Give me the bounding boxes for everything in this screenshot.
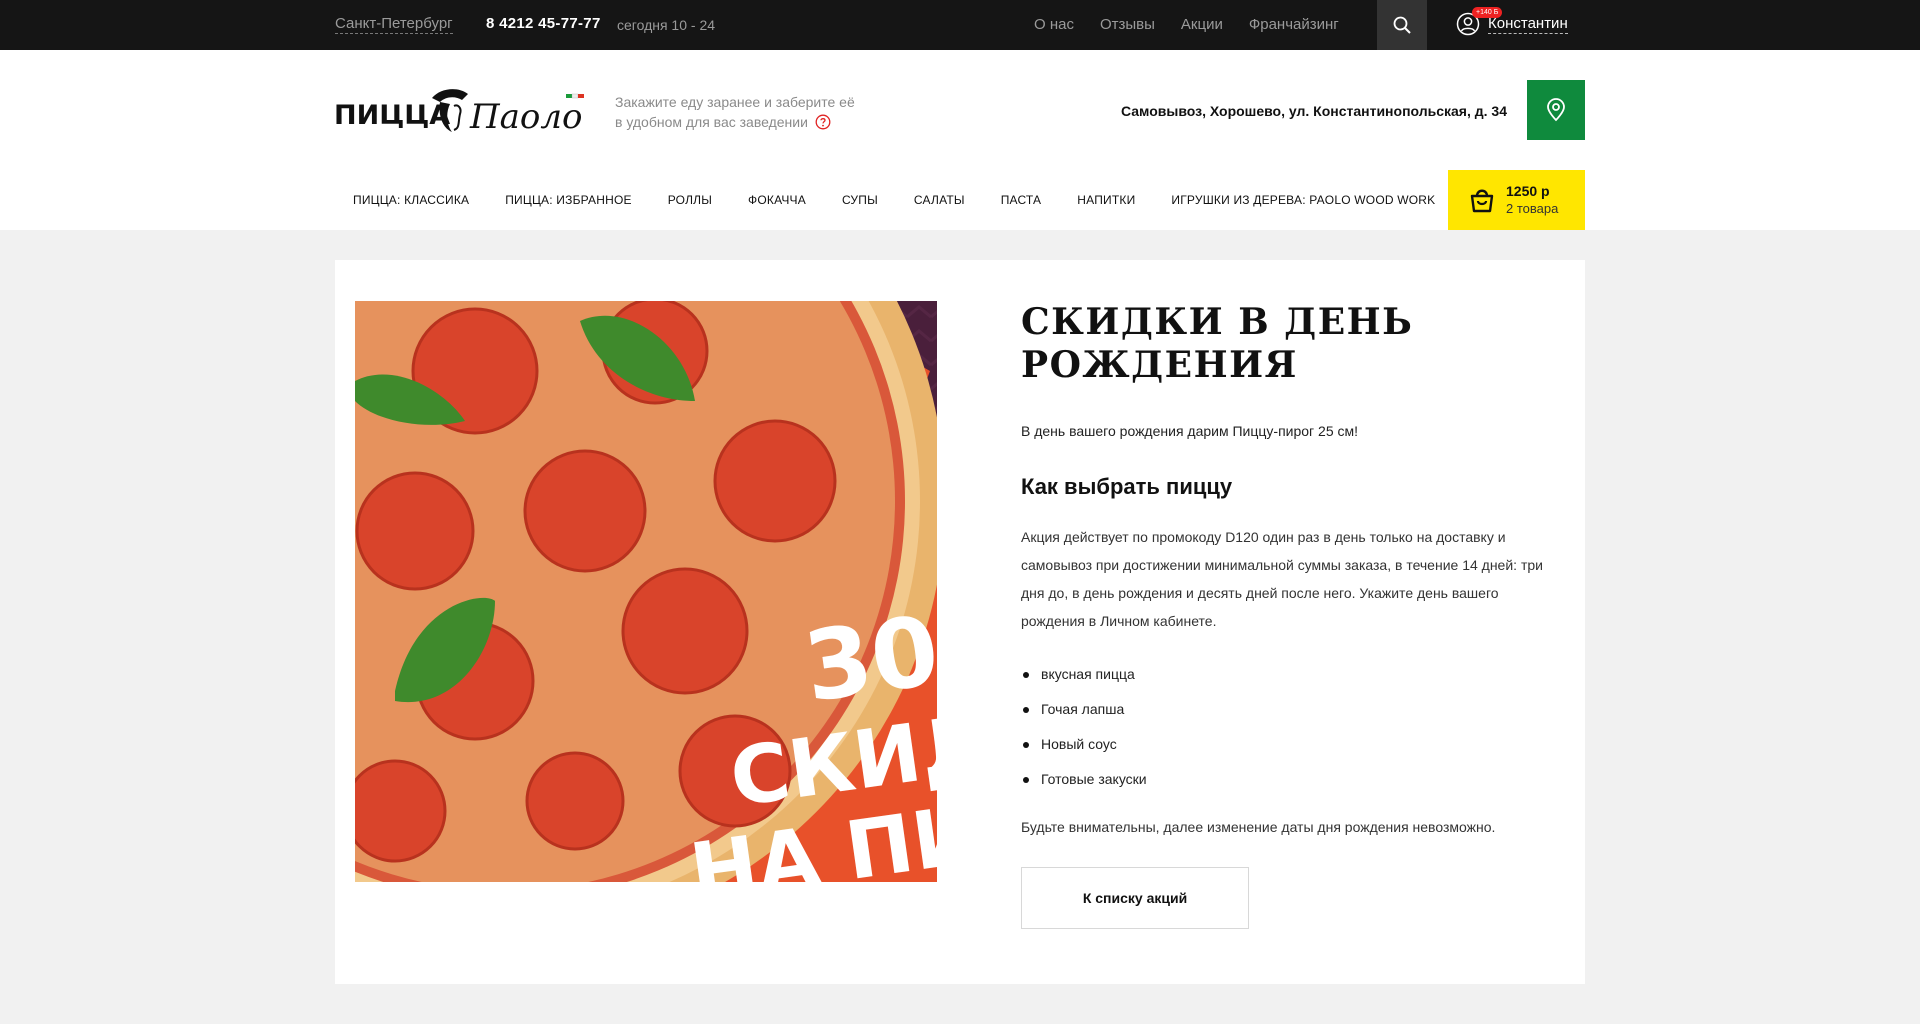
nav-item-pizza-classic[interactable]: Пицца: классика <box>353 193 469 207</box>
user-name[interactable]: Константин <box>1488 15 1568 34</box>
map-button[interactable] <box>1527 80 1585 140</box>
top-links: О нас Отзывы Акции Франчайзинг <box>1034 16 1339 34</box>
promo-bullet-list: вкусная пицца Гочая лапша Новый соус Гот… <box>1021 657 1561 797</box>
top-link-franchise[interactable]: Франчайзинг <box>1249 16 1339 34</box>
city-selector[interactable]: Санкт-Петербург <box>335 15 453 34</box>
list-item: вкусная пицца <box>1021 657 1561 692</box>
promo-subheading: Как выбрать пиццу <box>1021 474 1233 499</box>
tagline-line-2: в удобном для вас заведении <box>615 114 808 130</box>
help-icon[interactable] <box>815 114 831 130</box>
list-item: Гочая лапша <box>1021 692 1561 727</box>
logo[interactable]: ПИЦЦА Паоло <box>334 84 586 138</box>
pizza-promo-illustration: 30% СКИДК НА ПИЦ <box>355 301 937 882</box>
cart-button[interactable]: 1250 р 2 товара <box>1448 170 1585 230</box>
top-bar: Санкт-Петербург 8 4212 45-77-77 сегодня … <box>0 0 1920 50</box>
back-to-promos-button[interactable]: К списку акций <box>1021 867 1249 929</box>
cart-summary: 1250 р 2 товара <box>1506 182 1558 218</box>
svg-text:Паоло: Паоло <box>469 97 583 137</box>
top-link-about[interactable]: О нас <box>1034 16 1074 34</box>
list-item: Новый соус <box>1021 727 1561 762</box>
cart-price: 1250 р <box>1506 183 1550 199</box>
shopping-bag-icon <box>1470 189 1494 213</box>
header: ПИЦЦА Паоло Закажите еду заранее и забер… <box>0 50 1920 230</box>
promo-warning: Будьте внимательны, далее изменение даты… <box>1021 819 1496 835</box>
top-link-promos[interactable]: Акции <box>1181 16 1223 34</box>
cart-count: 2 товара <box>1506 201 1559 216</box>
tagline-line-1: Закажите еду заранее и заберите её <box>615 94 855 110</box>
nav-item-pizza-favorite[interactable]: Пицца: избранное <box>505 193 632 207</box>
top-link-reviews[interactable]: Отзывы <box>1100 16 1155 34</box>
list-item: Готовые закуски <box>1021 762 1561 797</box>
promo-text-column: Скидки в день рождения В день вашего рож… <box>1021 301 1561 929</box>
bonus-badge: +140 Б <box>1472 7 1503 18</box>
nav-item-rolls[interactable]: Роллы <box>668 193 712 207</box>
nav-item-wood-toys[interactable]: Игрушки из дерева: Paolo Wood Work <box>1171 193 1435 207</box>
map-pin-icon <box>1547 98 1565 122</box>
pickup-address[interactable]: Самовывоз, Хорошево, ул. Константинополь… <box>1121 102 1507 120</box>
nav-item-soups[interactable]: Супы <box>842 193 878 207</box>
svg-text:ПИЦЦА: ПИЦЦА <box>334 100 450 131</box>
nav-item-focaccia[interactable]: Фокачча <box>748 193 806 207</box>
nav-item-salads[interactable]: Салаты <box>914 193 965 207</box>
search-button[interactable] <box>1377 0 1427 50</box>
nav-item-pasta[interactable]: Паста <box>1001 193 1042 207</box>
promo-card: 30% СКИДК НА ПИЦ Скидки в день рождения … <box>335 260 1585 984</box>
category-nav: Пицца: классика Пицца: избранное Роллы Ф… <box>353 193 1435 207</box>
promo-image: 30% СКИДК НА ПИЦ <box>355 301 937 882</box>
nav-item-drinks[interactable]: Напитки <box>1077 193 1135 207</box>
working-hours: сегодня 10 - 24 <box>617 17 716 33</box>
promo-title: Скидки в день рождения <box>1021 301 1414 386</box>
promo-description: Акция действует по промокоду D120 один р… <box>1021 529 1543 629</box>
phone-number[interactable]: 8 4212 45-77-77 <box>486 15 601 33</box>
search-icon <box>1393 16 1411 34</box>
promo-intro: В день вашего рождения дарим Пиццу-пирог… <box>1021 423 1359 439</box>
pickup-tagline: Закажите еду заранее и заберите её в удо… <box>615 92 905 132</box>
